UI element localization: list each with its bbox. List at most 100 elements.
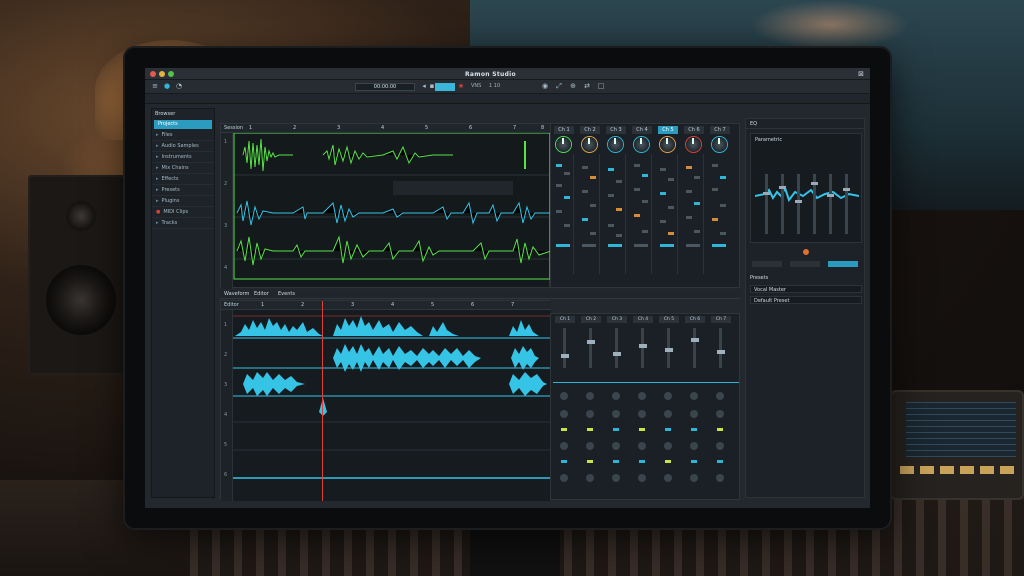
channel-fader[interactable] [641, 328, 644, 368]
close-icon[interactable]: ⊠ [858, 70, 864, 78]
maximize-window-button[interactable] [168, 71, 174, 77]
gain-knob[interactable] [556, 137, 571, 152]
send-knob[interactable] [664, 410, 672, 418]
arrange-waveforms[interactable] [233, 133, 551, 289]
record-icon[interactable]: ★ [457, 82, 465, 90]
solo-led[interactable] [691, 428, 697, 431]
arm-led[interactable] [561, 460, 567, 463]
arm-led[interactable] [717, 460, 723, 463]
pan-knob[interactable] [612, 442, 620, 450]
send-knob[interactable] [586, 410, 594, 418]
mute-led[interactable] [717, 428, 723, 431]
pan-knob[interactable] [690, 442, 698, 450]
tab-editor[interactable]: Editor [254, 291, 269, 297]
gain-knob[interactable] [608, 137, 623, 152]
send-knob[interactable] [664, 392, 672, 400]
rewind-icon[interactable]: ◂ [420, 82, 428, 90]
channel-tab-active[interactable]: Ch 5 [658, 126, 678, 134]
channel-tab[interactable]: Ch 3 [606, 126, 626, 134]
target-icon[interactable]: ◉ [541, 82, 549, 90]
channel-fader[interactable] [615, 328, 618, 368]
output-knob[interactable] [612, 474, 620, 482]
eq-button[interactable] [752, 261, 782, 267]
eq-button-active[interactable] [828, 261, 858, 267]
send-knob[interactable] [638, 392, 646, 400]
sidebar-item-presets[interactable]: ▸ Presets [152, 185, 214, 196]
output-knob[interactable] [560, 474, 568, 482]
mute-led[interactable] [587, 428, 593, 431]
channel-fader[interactable] [563, 328, 566, 368]
window-icon[interactable]: □ [597, 82, 605, 90]
sidebar-item-mix-chains[interactable]: ▸ Mix Chains [152, 163, 214, 174]
send-knob[interactable] [638, 410, 646, 418]
pan-knob[interactable] [586, 442, 594, 450]
output-knob[interactable] [586, 474, 594, 482]
mute-led[interactable] [561, 428, 567, 431]
swap-icon[interactable]: ⇄ [583, 82, 591, 90]
send-knob[interactable] [716, 410, 724, 418]
tab-events[interactable]: Events [278, 291, 295, 297]
send-knob[interactable] [560, 392, 568, 400]
output-knob[interactable] [716, 474, 724, 482]
mute-led[interactable] [639, 428, 645, 431]
editor-waveforms[interactable] [233, 310, 551, 501]
solo-led[interactable] [613, 428, 619, 431]
channel-tab[interactable]: Ch 7 [710, 126, 730, 134]
sidebar-item-plugins[interactable]: ▸ Plugins [152, 196, 214, 207]
channel-fader[interactable] [719, 328, 722, 368]
arm-led[interactable] [691, 460, 697, 463]
arm-led[interactable] [587, 460, 593, 463]
record-mode-icon[interactable]: ● [163, 82, 171, 90]
send-knob[interactable] [586, 392, 594, 400]
close-window-button[interactable] [150, 71, 156, 77]
gain-knob[interactable] [582, 137, 597, 152]
arm-led[interactable] [665, 460, 671, 463]
sidebar-item-effects[interactable]: ▸ Effects [152, 174, 214, 185]
solo-led[interactable] [665, 428, 671, 431]
locator-bar[interactable] [435, 83, 455, 91]
pan-knob[interactable] [560, 442, 568, 450]
eq-fader[interactable] [829, 174, 832, 234]
playhead[interactable] [322, 301, 323, 501]
pan-knob[interactable] [664, 442, 672, 450]
output-knob[interactable] [690, 474, 698, 482]
minimize-window-button[interactable] [159, 71, 165, 77]
send-knob[interactable] [690, 410, 698, 418]
gain-knob[interactable] [712, 137, 727, 152]
gain-knob[interactable] [634, 137, 649, 152]
channel-tab[interactable]: Ch 4 [632, 126, 652, 134]
arm-led[interactable] [639, 460, 645, 463]
preset-row[interactable]: Vocal Master [750, 285, 862, 293]
send-knob[interactable] [690, 392, 698, 400]
channel-tab[interactable]: Ch 6 [684, 126, 704, 134]
arm-led[interactable] [613, 460, 619, 463]
eq-fader[interactable] [765, 174, 768, 234]
eq-fader[interactable] [845, 174, 848, 234]
sidebar-item-tracks[interactable]: ▸ Tracks [152, 218, 214, 229]
pan-knob[interactable] [716, 442, 724, 450]
channel-fader[interactable] [589, 328, 592, 368]
gain-knob[interactable] [686, 137, 701, 152]
channel-fader[interactable] [693, 328, 696, 368]
tab-waveform[interactable]: Waveform [224, 291, 249, 297]
eq-fader[interactable] [781, 174, 784, 234]
send-knob[interactable] [560, 410, 568, 418]
channel-tab[interactable]: Ch 1 [554, 126, 574, 134]
transport-display[interactable]: 00:00:00 [355, 83, 415, 91]
eq-fader[interactable] [797, 174, 800, 234]
expand-icon[interactable]: ⤢ [555, 82, 563, 90]
send-knob[interactable] [612, 392, 620, 400]
output-knob[interactable] [638, 474, 646, 482]
sidebar-item-instruments[interactable]: ▸ Instruments [152, 152, 214, 163]
gain-knob[interactable] [660, 137, 675, 152]
menu-icon[interactable]: ≡ [151, 82, 159, 90]
settings-icon[interactable]: ◔ [175, 82, 183, 90]
eq-button[interactable] [790, 261, 820, 267]
send-knob[interactable] [716, 392, 724, 400]
sidebar-item-audio-samples[interactable]: ▸ Audio Samples [152, 141, 214, 152]
preset-row[interactable]: Default Preset [750, 296, 862, 304]
channel-tab[interactable]: Ch 2 [580, 126, 600, 134]
pan-knob[interactable] [638, 442, 646, 450]
output-knob[interactable] [664, 474, 672, 482]
send-knob[interactable] [612, 410, 620, 418]
